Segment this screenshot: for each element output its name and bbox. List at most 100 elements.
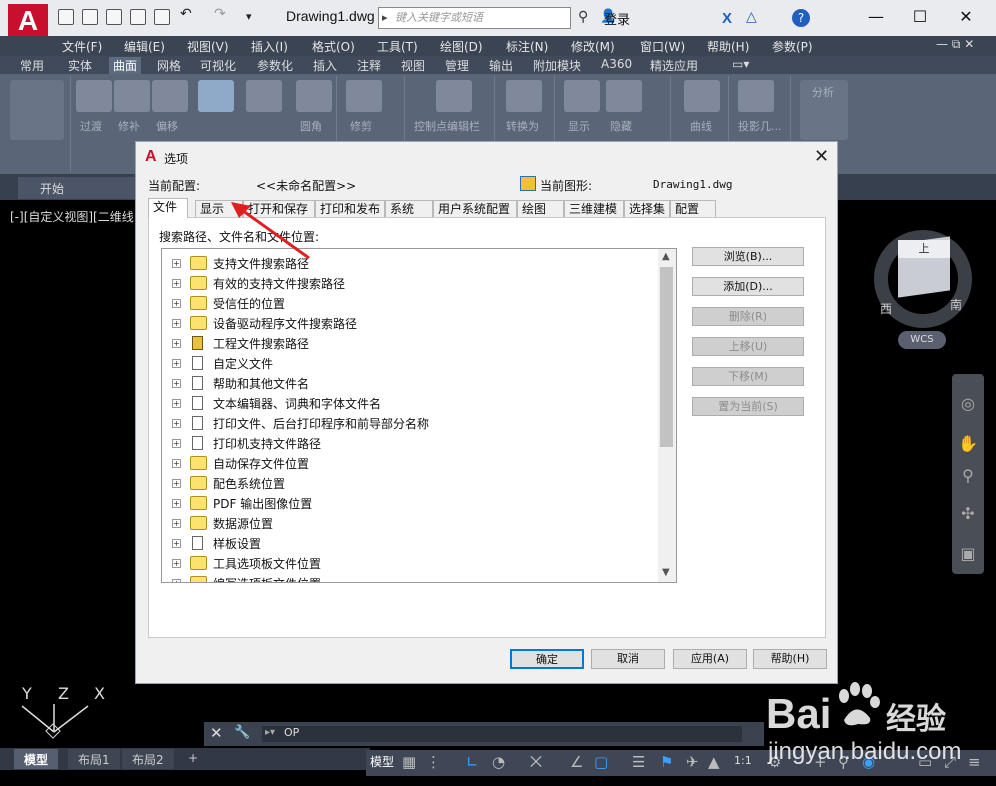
apply-button[interactable]: 应用(A)	[673, 649, 747, 669]
binoculars-icon[interactable]: ⚲	[578, 9, 588, 25]
close-window-button[interactable]: ✕	[946, 3, 986, 31]
minimize-button[interactable]: —	[856, 3, 896, 31]
save-icon[interactable]	[106, 9, 122, 25]
tree-scrollbar[interactable]: ▲ ▼	[658, 249, 676, 582]
ribbon-tab-insert[interactable]: 插入	[313, 57, 337, 74]
menu-modify[interactable]: 修改(M)	[571, 38, 615, 55]
object-track-icon[interactable]: ∠	[570, 753, 583, 771]
doc-window-controls[interactable]: — ⧉ ✕	[936, 37, 974, 52]
tab-plot-publish[interactable]: 打印和发布	[315, 200, 385, 217]
ribbon-tab-a360[interactable]: A360	[601, 57, 632, 71]
maximize-button[interactable]: ☐	[900, 3, 940, 31]
tree-item[interactable]: + 自定义文件	[162, 353, 658, 373]
trim-icon[interactable]	[346, 80, 382, 112]
wrench-icon[interactable]: 🔧	[234, 725, 250, 740]
tab-user-preferences[interactable]: 用户系统配置	[433, 200, 517, 217]
autocad-logo[interactable]: A	[8, 4, 48, 40]
ribbon-tab-mesh[interactable]: 网格	[157, 57, 181, 74]
ribbon-tab-home[interactable]: 常用	[20, 57, 44, 74]
tab-selection[interactable]: 选择集	[624, 200, 670, 217]
tree-item[interactable]: + 帮助和其他文件名	[162, 373, 658, 393]
ribbon-tab-annotate[interactable]: 注释	[357, 57, 381, 74]
expand-plus-icon[interactable]: +	[172, 339, 181, 348]
ribbon-tab-solid[interactable]: 实体	[68, 57, 92, 74]
open-file-icon[interactable]	[82, 9, 98, 25]
blend-icon[interactable]	[76, 80, 112, 112]
undo-icon[interactable]: ↶	[180, 6, 196, 22]
scroll-up-icon[interactable]: ▲	[662, 251, 670, 262]
ribbon-options-icon[interactable]: ▭▾	[732, 57, 749, 71]
ortho-icon[interactable]: ∟	[466, 753, 479, 771]
move-up-button[interactable]: 上移(U)	[692, 337, 804, 356]
redo-icon[interactable]: ↷	[214, 6, 230, 22]
expand-plus-icon[interactable]: +	[172, 279, 181, 288]
tab-layout2[interactable]: 布局2	[122, 749, 174, 769]
tab-3d-modeling[interactable]: 三维建模	[564, 200, 624, 217]
expand-plus-icon[interactable]: +	[172, 559, 181, 568]
ribbon-tab-surface[interactable]: 曲面	[109, 57, 142, 74]
help-button[interactable]: 帮助(H)	[753, 649, 827, 669]
help-icon[interactable]: ?	[792, 9, 810, 27]
autoscale-icon[interactable]: ✈	[686, 753, 699, 771]
cv-edit-bar-icon[interactable]	[436, 80, 472, 112]
tree-item[interactable]: + 自动保存文件位置	[162, 453, 658, 473]
compass-south[interactable]: 南	[950, 296, 962, 313]
annotation-visibility-icon[interactable]: ⚑	[660, 753, 673, 771]
qat-dropdown-icon[interactable]: ▾	[246, 10, 262, 26]
expand-plus-icon[interactable]: +	[172, 579, 181, 582]
ribbon-tab-view[interactable]: 视图	[401, 57, 425, 74]
tree-item[interactable]: + 编写选项板文件位置	[162, 573, 658, 582]
close-icon[interactable]: ✕	[210, 724, 223, 742]
menu-format[interactable]: 格式(O)	[312, 38, 355, 55]
menu-view[interactable]: 视图(V)	[187, 38, 229, 55]
menu-window[interactable]: 窗口(W)	[640, 38, 685, 55]
expand-plus-icon[interactable]: +	[172, 539, 181, 548]
dialog-close-button[interactable]: ✕	[814, 146, 829, 167]
search-input[interactable]: 键入关键字或短语	[378, 7, 571, 29]
tree-item[interactable]: + 打印机支持文件路径	[162, 433, 658, 453]
tab-layout1[interactable]: 布局1	[68, 749, 120, 769]
expand-plus-icon[interactable]: +	[172, 299, 181, 308]
autodesk-a360-icon[interactable]: △	[746, 9, 757, 25]
remove-button[interactable]: 删除(R)	[692, 307, 804, 326]
scroll-down-icon[interactable]: ▼	[662, 567, 670, 578]
ribbon-tab-featured[interactable]: 精选应用	[650, 57, 698, 74]
expand-plus-icon[interactable]: +	[172, 259, 181, 268]
set-current-button[interactable]: 置为当前(S)	[692, 397, 804, 416]
tree-item[interactable]: + 样板设置	[162, 533, 658, 553]
expand-plus-icon[interactable]: +	[172, 499, 181, 508]
surface-active-icon[interactable]	[198, 80, 234, 112]
showmotion-icon[interactable]: ▣	[957, 544, 979, 566]
orbit-icon[interactable]: ✣	[957, 504, 979, 526]
login-button[interactable]: 登录	[604, 9, 630, 28]
tree-item[interactable]: + 文本编辑器、词典和字体文件名	[162, 393, 658, 413]
isodraft-icon[interactable]: ⨉	[530, 753, 542, 771]
files-tree[interactable]: + 支持文件搜索路径 + 有效的支持文件搜索路径 + 受信任的位置 + 设备驱动程序文件搜索路…	[161, 248, 677, 583]
tab-drafting[interactable]: 绘图	[517, 200, 564, 217]
polar-icon[interactable]: ◔	[492, 753, 505, 771]
menu-draw[interactable]: 绘图(D)	[440, 38, 483, 55]
tree-item[interactable]: + 数据源位置	[162, 513, 658, 533]
hide-cv-icon[interactable]	[606, 80, 642, 112]
expand-plus-icon[interactable]: +	[172, 319, 181, 328]
scale-readout[interactable]: 1:1	[734, 754, 752, 767]
tree-item[interactable]: + 受信任的位置	[162, 293, 658, 313]
ribbon-tab-addins[interactable]: 附加模块	[533, 57, 581, 74]
tree-item[interactable]: + PDF 输出图像位置	[162, 493, 658, 513]
ribbon-tab-visualize[interactable]: 可视化	[200, 57, 236, 74]
cancel-button[interactable]: 取消	[591, 649, 665, 669]
tab-system[interactable]: 系统	[385, 200, 433, 217]
expand-plus-icon[interactable]: +	[172, 379, 181, 388]
expand-plus-icon[interactable]: +	[172, 399, 181, 408]
show-cv-icon[interactable]	[564, 80, 600, 112]
ribbon-tab-parametric[interactable]: 参数化	[257, 57, 293, 74]
expand-plus-icon[interactable]: +	[172, 419, 181, 428]
add-layout-button[interactable]: +	[178, 749, 208, 769]
menu-tools[interactable]: 工具(T)	[377, 38, 418, 55]
project-geometry-icon[interactable]	[738, 80, 774, 112]
tree-item[interactable]: + 打印文件、后台打印程序和前导部分名称	[162, 413, 658, 433]
tree-item[interactable]: + 有效的支持文件搜索路径	[162, 273, 658, 293]
create-tools-icon[interactable]	[10, 80, 64, 140]
grid-icon[interactable]: ▦	[402, 753, 416, 771]
tab-model[interactable]: 模型	[14, 749, 59, 769]
